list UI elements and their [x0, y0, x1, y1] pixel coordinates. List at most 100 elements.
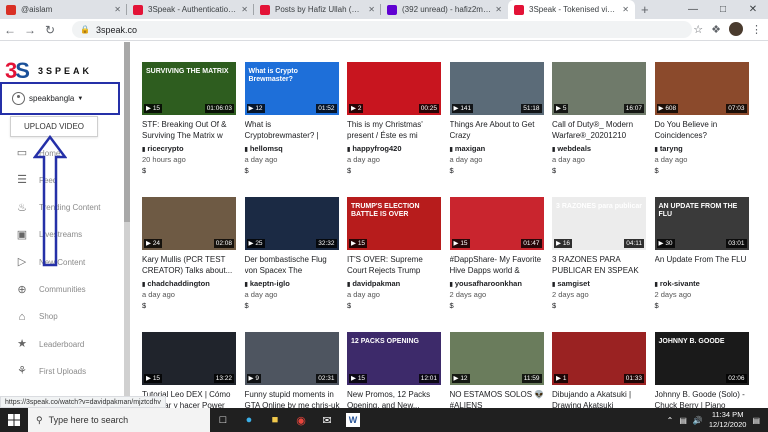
tab-1[interactable]: @aislam ✕: [0, 0, 127, 19]
url-field[interactable]: 🔒 3speak.co: [72, 21, 692, 38]
video-author[interactable]: ricecrypto: [142, 144, 238, 153]
edge-icon[interactable]: ●: [236, 408, 262, 432]
sidebar-item-shop[interactable]: ⌂ Shop: [0, 306, 123, 328]
video-thumbnail[interactable]: ▶ 2 00:25: [347, 62, 441, 115]
sidebar-scrollbar[interactable]: [124, 42, 130, 408]
video-card[interactable]: ▶ 9 02:31 Funny stupid moments in GTA Onli…: [244, 332, 341, 408]
tab-3[interactable]: Posts by Hafiz Ullah (@hafizull✕: [254, 0, 381, 19]
video-card[interactable]: ▶ 2 00:25 This is my Christmas' present / …: [347, 62, 443, 175]
video-card[interactable]: ▶ 5 16:07 Call of Duty®_ Modern Warfare®_2…: [552, 62, 648, 175]
video-title[interactable]: Der bombastische Flug von Spacex The bom…: [245, 255, 341, 276]
video-author[interactable]: rok-sivante: [655, 279, 751, 288]
notification-icon[interactable]: ▤: [752, 416, 760, 425]
video-title[interactable]: NO ESTAMOS SOLOS 👽 #ALIENS: [450, 390, 546, 408]
video-card[interactable]: ▶ 25 32:32 Der bombastische Flug von Space…: [244, 197, 341, 310]
video-author[interactable]: hellomsq: [245, 144, 341, 153]
video-author[interactable]: kaeptn-iglo: [245, 279, 341, 288]
video-author[interactable]: samgiset: [552, 279, 648, 288]
video-title[interactable]: Dibujando a Akatsuki | Drawing Akatsuki: [552, 390, 648, 408]
video-card[interactable]: TRUMP'S ELECTION BATTLE IS OVER ▶ 15 IT'S …: [347, 197, 443, 310]
extensions-icon[interactable]: ❖: [711, 23, 721, 36]
video-title[interactable]: What is Cryptobrewmaster? | Blockchain C…: [245, 120, 341, 141]
video-title[interactable]: This is my Christmas' present / Éste es …: [347, 120, 443, 141]
video-author[interactable]: chadchaddington: [142, 279, 238, 288]
volume-icon[interactable]: 🔊: [693, 416, 703, 425]
close-window-button[interactable]: ✕: [738, 0, 768, 19]
video-card[interactable]: ▶ 1 01:33 Dibujando a Akatsuki | Drawing A…: [552, 332, 648, 408]
video-thumbnail[interactable]: ▶ 15 01:47: [449, 197, 544, 250]
video-thumbnail[interactable]: ▶ 24 02:08: [142, 197, 236, 250]
video-title[interactable]: Kary Mullis (PCR TEST CREATOR) Talks abo…: [142, 255, 238, 276]
video-thumbnail[interactable]: TRUMP'S ELECTION BATTLE IS OVER ▶ 15: [347, 197, 441, 250]
reload-icon[interactable]: ↻: [40, 23, 60, 37]
video-title[interactable]: New Promos, 12 Packs Opening, and New...: [347, 390, 443, 408]
new-tab-button[interactable]: +: [635, 2, 655, 19]
maximize-button[interactable]: □: [708, 0, 738, 19]
tab-5[interactable]: 3Speak - Tokenised video co✕: [508, 0, 635, 19]
video-card[interactable]: AN UPDATE FROM THE FLU ▶ 30 03:01 An Update…: [654, 197, 751, 310]
video-card[interactable]: What is Crypto Brewmaster? ▶ 12 01:52 What …: [244, 62, 341, 175]
tab-2[interactable]: 3Speak - Authentication Gate✕: [127, 0, 254, 19]
video-thumbnail[interactable]: ▶ 608 07:03: [654, 62, 749, 115]
video-title[interactable]: An Update From The FLU: [655, 255, 751, 276]
minimize-button[interactable]: —: [678, 0, 708, 19]
video-thumbnail[interactable]: What is Crypto Brewmaster? ▶ 12 01:52: [244, 62, 339, 115]
video-author[interactable]: happyfrog420: [347, 144, 443, 153]
video-thumbnail[interactable]: SURVIVING THE MATRIX ▶ 15 01:06:03: [142, 62, 236, 115]
video-card[interactable]: ▶ 608 07:03 Do You Believe in Coincidences…: [654, 62, 751, 175]
video-author[interactable]: davidpakman: [347, 279, 443, 288]
chrome-icon[interactable]: ◉: [288, 408, 314, 432]
star-icon[interactable]: ☆: [693, 23, 703, 36]
video-title[interactable]: Funny stupid moments in GTA Online by me…: [245, 390, 341, 408]
video-thumbnail[interactable]: ▶ 141 51:18: [449, 62, 544, 115]
video-card[interactable]: ▶ 12 11:59 NO ESTAMOS SOLOS 👽 #ALIENS: [449, 332, 546, 408]
tab-close-icon[interactable]: ✕: [368, 5, 375, 14]
video-author[interactable]: yousafharoonkhan: [450, 279, 546, 288]
video-thumbnail[interactable]: ▶ 5 16:07: [552, 62, 646, 115]
video-title[interactable]: Call of Duty®_ Modern Warfare®_20201210: [552, 120, 648, 141]
tab-close-icon[interactable]: ✕: [495, 5, 502, 14]
video-thumbnail[interactable]: AN UPDATE FROM THE FLU ▶ 30 03:01: [654, 197, 749, 250]
video-title[interactable]: Do You Believe in Coincidences?: [655, 120, 751, 141]
tab-close-icon[interactable]: ✕: [622, 5, 629, 14]
forward-icon[interactable]: →: [20, 23, 40, 37]
video-author[interactable]: taryng: [655, 144, 751, 153]
tab-4[interactable]: (392 unread) - hafiz2metu@ya✕: [381, 0, 508, 19]
video-thumbnail[interactable]: ▶ 9 02:31: [244, 332, 339, 385]
video-thumbnail[interactable]: 12 PACKS OPENING ▶ 15 12:01: [347, 332, 441, 385]
task-view-icon[interactable]: □: [210, 408, 236, 432]
video-card[interactable]: 12 PACKS OPENING ▶ 15 12:01 New Promos, 12 …: [347, 332, 443, 408]
video-title[interactable]: IT'S OVER: Supreme Court Rejects Trump C…: [347, 255, 443, 276]
video-title[interactable]: STF: Breaking Out Of & Surviving The Mat…: [142, 120, 238, 141]
clock[interactable]: 11:34 PM 12/12/2020: [709, 410, 747, 430]
word-icon[interactable]: W: [346, 413, 360, 427]
chevron-up-icon[interactable]: ⌃: [667, 416, 674, 425]
file-explorer-icon[interactable]: ■: [262, 408, 288, 432]
tab-close-icon[interactable]: ✕: [241, 5, 248, 14]
user-menu[interactable]: speakbangla ▼: [0, 82, 120, 115]
sidebar-item-leaderboard[interactable]: ★ Leaderboard: [0, 333, 123, 355]
video-title[interactable]: #DappShare- My Favorite Hive Dapps world…: [450, 255, 546, 276]
video-card[interactable]: ▶ 24 02:08 Kary Mullis (PCR TEST CREATOR) …: [142, 197, 238, 310]
video-title[interactable]: 3 RAZONES PARA PUBLICAR EN 3SPEAK: [552, 255, 648, 276]
video-card[interactable]: ▶ 141 51:18 Things Are About to Get Crazy m…: [449, 62, 546, 175]
logo[interactable]: 3S 3SPEAK: [5, 58, 92, 84]
video-thumbnail[interactable]: 3 RAZONES para publicar ▶ 16 04:11: [552, 197, 646, 250]
sidebar-item-communities[interactable]: ⊕ Communities: [0, 279, 123, 301]
video-thumbnail[interactable]: ▶ 15 13:22: [142, 332, 236, 385]
network-icon[interactable]: ▤: [679, 416, 687, 425]
menu-icon[interactable]: ⋮: [751, 23, 762, 36]
back-icon[interactable]: ←: [0, 23, 20, 37]
video-author[interactable]: maxigan: [450, 144, 546, 153]
video-card[interactable]: ▶ 15 01:47 #DappShare- My Favorite Hive Da…: [449, 197, 546, 310]
video-card[interactable]: JOHNNY B. GOODE 02:06 Johnny B. Goode (Sol…: [654, 332, 751, 408]
video-author[interactable]: webdeals: [552, 144, 648, 153]
video-title[interactable]: Johnny B. Goode (Solo) - Chuck Berry | P…: [655, 390, 751, 408]
upload-video-button[interactable]: UPLOAD VIDEO: [10, 116, 98, 137]
video-thumbnail[interactable]: JOHNNY B. GOODE 02:06: [654, 332, 749, 385]
tab-close-icon[interactable]: ✕: [114, 5, 121, 14]
video-card[interactable]: SURVIVING THE MATRIX ▶ 15 01:06:03 STF: Bre…: [142, 62, 238, 175]
video-card[interactable]: 3 RAZONES para publicar ▶ 16 04:11 3 RAZONE…: [552, 197, 648, 310]
video-title[interactable]: Things Are About to Get Crazy: [450, 120, 546, 141]
video-thumbnail[interactable]: ▶ 12 11:59: [449, 332, 544, 385]
